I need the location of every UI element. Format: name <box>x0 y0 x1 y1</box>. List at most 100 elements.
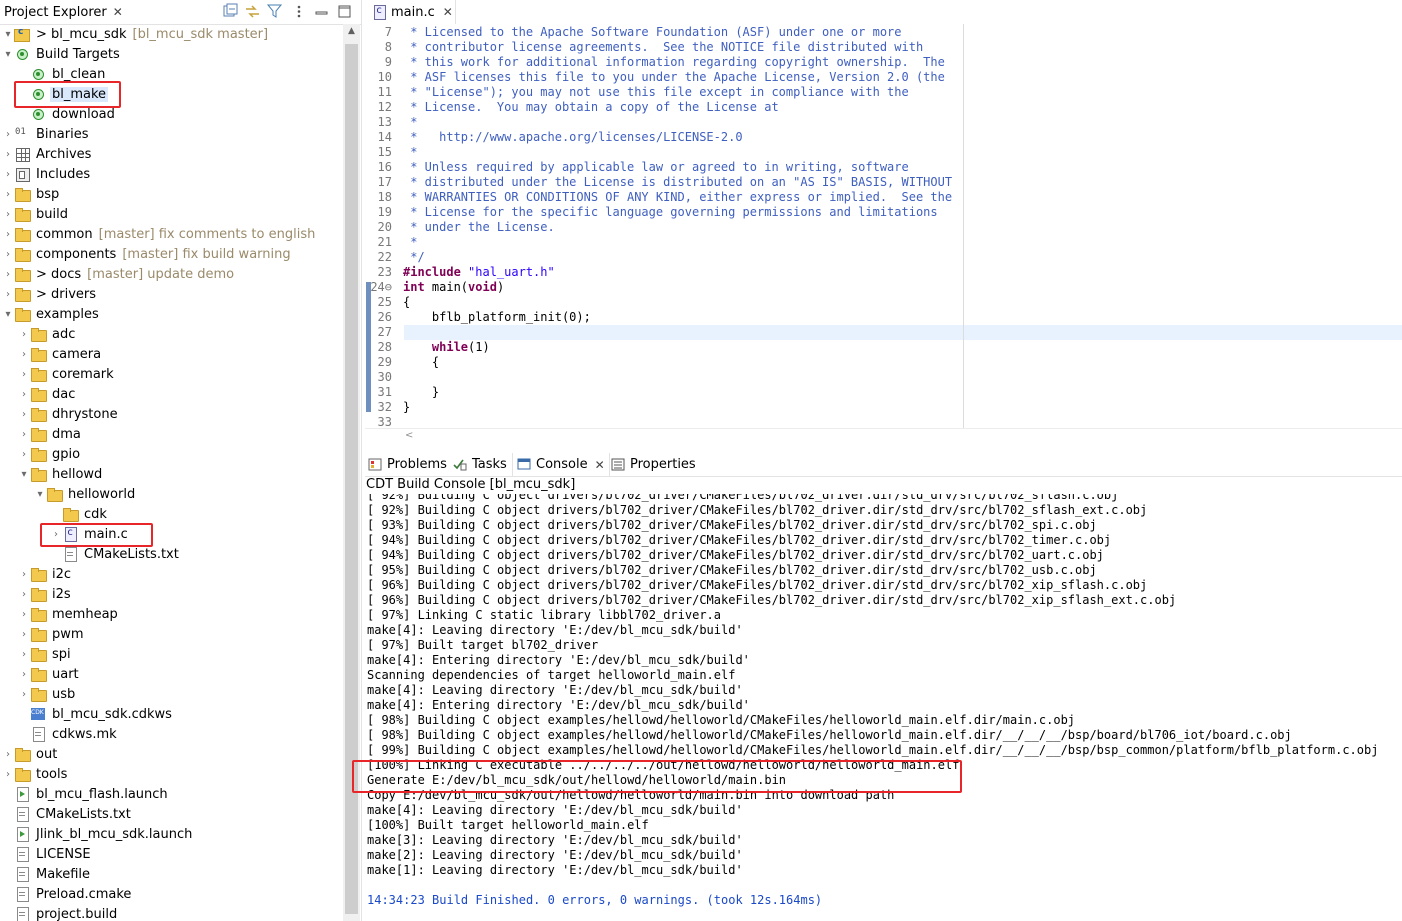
tree-archives[interactable]: › Archives <box>0 144 343 164</box>
tree-file-flash-launch[interactable]: bl_mcu_flash.launch <box>0 784 343 804</box>
console-output[interactable]: [ 92%] Building C object drivers/bl702_d… <box>365 494 1402 921</box>
scroll-left-icon[interactable]: < <box>405 430 413 441</box>
chevron-right-icon[interactable]: › <box>2 249 14 260</box>
tree-folder-uart[interactable]: › uart <box>0 664 343 684</box>
editor-horizontal-scrollbar[interactable] <box>365 428 1402 446</box>
chevron-right-icon[interactable]: › <box>2 129 14 140</box>
tree-folder-spi[interactable]: › spi <box>0 644 343 664</box>
tree-binaries[interactable]: › Binaries <box>0 124 343 144</box>
tree-folder-docs[interactable]: › > docs [master] update demo <box>0 264 343 284</box>
chevron-right-icon[interactable]: › <box>18 429 30 440</box>
project-explorer-tab[interactable]: Project Explorer ✕ <box>0 0 132 24</box>
chevron-right-icon[interactable]: › <box>18 329 30 340</box>
link-with-editor-icon[interactable] <box>244 3 261 20</box>
tree-folder-pwm[interactable]: › pwm <box>0 624 343 644</box>
tab-console[interactable]: Console ✕ <box>512 453 610 476</box>
chevron-right-icon[interactable]: › <box>2 749 14 760</box>
chevron-right-icon[interactable]: › <box>18 689 30 700</box>
line-number: 7 <box>384 25 392 39</box>
chevron-down-icon[interactable]: ▾ <box>2 29 14 40</box>
tree-folder-dma[interactable]: › dma <box>0 424 343 444</box>
tree-folder-i2c[interactable]: › i2c <box>0 564 343 584</box>
chevron-right-icon[interactable]: › <box>18 609 30 620</box>
chevron-right-icon[interactable]: › <box>18 629 30 640</box>
tree-folder-build[interactable]: › build <box>0 204 343 224</box>
tree-folder-adc[interactable]: › adc <box>0 324 343 344</box>
tree-file-cdkws[interactable]: bl_mcu_sdk.cdkws <box>0 704 343 724</box>
chevron-right-icon[interactable]: › <box>2 149 14 160</box>
tree-item-label: dma <box>52 426 81 442</box>
tab-properties[interactable]: Properties <box>611 453 696 476</box>
chevron-right-icon[interactable]: › <box>18 349 30 360</box>
tree-folder-drivers[interactable]: › > drivers <box>0 284 343 304</box>
tree-folder-coremark[interactable]: › coremark <box>0 364 343 384</box>
close-icon[interactable]: ✕ <box>595 458 605 472</box>
tree-includes[interactable]: › Includes <box>0 164 343 184</box>
tree-folder-memheap[interactable]: › memheap <box>0 604 343 624</box>
chevron-right-icon[interactable]: › <box>18 369 30 380</box>
tree-folder-helloworld[interactable]: ▾ helloworld <box>0 484 343 504</box>
chevron-right-icon[interactable]: › <box>18 409 30 420</box>
chevron-right-icon[interactable]: › <box>2 209 14 220</box>
tree-project-bl-mcu-sdk[interactable]: ▾ > bl_mcu_sdk [bl_mcu_sdk master] <box>0 24 343 44</box>
folder-icon <box>30 627 47 642</box>
chevron-right-icon[interactable]: › <box>2 169 14 180</box>
tree-folder-out[interactable]: › out <box>0 744 343 764</box>
code-line: #include "hal_uart.h" <box>403 265 555 279</box>
chevron-down-icon[interactable]: ▾ <box>2 309 14 320</box>
tree-file-cdkws-mk[interactable]: cdkws.mk <box>0 724 343 744</box>
chevron-right-icon[interactable]: › <box>18 589 30 600</box>
chevron-right-icon[interactable]: › <box>18 569 30 580</box>
tree-file-project-build[interactable]: project.build <box>0 904 343 921</box>
tree-folder-cdk[interactable]: cdk <box>0 504 343 524</box>
collapse-all-icon[interactable] <box>222 3 239 20</box>
tree-folder-camera[interactable]: › camera <box>0 344 343 364</box>
tree-folder-components[interactable]: › components [master] fix build warning <box>0 244 343 264</box>
tree-folder-examples[interactable]: ▾ examples <box>0 304 343 324</box>
chevron-right-icon[interactable]: › <box>18 389 30 400</box>
tree-folder-dhrystone[interactable]: › dhrystone <box>0 404 343 424</box>
tree-file-jlink-launch[interactable]: Jlink_bl_mcu_sdk.launch <box>0 824 343 844</box>
tree-folder-bsp[interactable]: › bsp <box>0 184 343 204</box>
close-icon[interactable]: ✕ <box>443 5 453 19</box>
tree-folder-gpio[interactable]: › gpio <box>0 444 343 464</box>
tree-item-git-status: [master] fix comments to english <box>98 226 316 242</box>
folder-icon <box>14 747 31 762</box>
chevron-down-icon[interactable]: ▾ <box>2 49 14 60</box>
tab-tasks[interactable]: Tasks <box>453 453 507 476</box>
chevron-right-icon[interactable]: › <box>2 269 14 280</box>
tree-file-cmakelists-helloworld[interactable]: CMakeLists.txt <box>0 544 343 564</box>
code-editor[interactable]: 7 * Licensed to the Apache Software Foun… <box>365 24 1402 428</box>
minimize-icon[interactable] <box>313 3 330 20</box>
tree-item-label: Jlink_bl_mcu_sdk.launch <box>36 826 193 842</box>
chevron-right-icon[interactable]: › <box>2 229 14 240</box>
tree-file-license[interactable]: LICENSE <box>0 844 343 864</box>
tree-folder-tools[interactable]: › tools <box>0 764 343 784</box>
maximize-icon[interactable] <box>336 3 353 20</box>
chevron-down-icon[interactable]: ▾ <box>18 469 30 480</box>
chevron-right-icon[interactable]: › <box>2 289 14 300</box>
tree-item-git-status: [master] fix build warning <box>122 246 291 262</box>
chevron-right-icon[interactable]: › <box>2 769 14 780</box>
filter-icon[interactable] <box>266 3 283 20</box>
tree-folder-dac[interactable]: › dac <box>0 384 343 404</box>
line-number: 32 <box>377 400 392 414</box>
tree-file-preload-cmake[interactable]: Preload.cmake <box>0 884 343 904</box>
chevron-right-icon[interactable]: › <box>2 189 14 200</box>
chevron-right-icon[interactable]: › <box>18 449 30 460</box>
view-menu-icon[interactable] <box>291 3 308 20</box>
editor-tab-main-c[interactable]: main.c ✕ <box>365 0 456 24</box>
tree-folder-i2s[interactable]: › i2s <box>0 584 343 604</box>
tree-folder-usb[interactable]: › usb <box>0 684 343 704</box>
chevron-right-icon[interactable]: › <box>18 649 30 660</box>
tree-folder-hellowd[interactable]: ▾ hellowd <box>0 464 343 484</box>
tree-file-cmakelists-root[interactable]: CMakeLists.txt <box>0 804 343 824</box>
close-icon[interactable]: ✕ <box>113 5 123 19</box>
tree-file-makefile[interactable]: Makefile <box>0 864 343 884</box>
scroll-up-icon[interactable]: ▲ <box>343 26 360 40</box>
tree-build-targets[interactable]: ▾ Build Targets <box>0 44 343 64</box>
chevron-right-icon[interactable]: › <box>18 669 30 680</box>
chevron-down-icon[interactable]: ▾ <box>34 489 46 500</box>
tree-folder-common[interactable]: › common [master] fix comments to english <box>0 224 343 244</box>
tab-problems[interactable]: Problems <box>368 453 447 476</box>
